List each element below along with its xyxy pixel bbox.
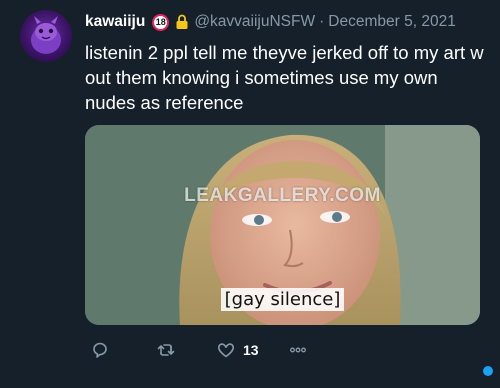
more-icon xyxy=(290,347,306,353)
tweet-media[interactable]: LEAKGALLERY.COM [gay silence] xyxy=(85,125,480,325)
retweet-icon xyxy=(157,344,175,356)
tweet[interactable]: kawaiiju 18 @kavvaiijuNSFW · December 5,… xyxy=(0,0,500,388)
like-count: 13 xyxy=(243,342,259,358)
like-button[interactable]: 13 xyxy=(217,338,259,362)
media-caption: [gay silence] xyxy=(85,288,480,311)
tweet-header: kawaiiju 18 @kavvaiijuNSFW · December 5,… xyxy=(85,12,456,32)
status-dot xyxy=(483,366,493,376)
display-name[interactable]: kawaiiju xyxy=(85,12,145,32)
more-button[interactable] xyxy=(289,338,307,362)
media-caption-text: [gay silence] xyxy=(220,288,345,311)
avatar-image xyxy=(31,16,61,54)
reply-icon xyxy=(93,342,107,358)
separator-dot: · xyxy=(319,13,325,30)
heart-icon xyxy=(217,343,235,358)
user-handle[interactable]: @kavvaiijuNSFW xyxy=(194,12,315,32)
retweet-button[interactable] xyxy=(157,338,175,362)
lock-icon xyxy=(175,14,189,30)
age-restriction-badge: 18 xyxy=(152,13,170,31)
avatar[interactable] xyxy=(20,10,72,62)
reply-button[interactable] xyxy=(91,338,109,362)
tweet-date[interactable]: December 5, 2021 xyxy=(328,12,456,32)
tweet-text: listenin 2 ppl tell me theyve jerked off… xyxy=(85,42,484,113)
tweet-actions: 13 xyxy=(85,338,385,362)
media-watermark: LEAKGALLERY.COM xyxy=(184,185,381,206)
